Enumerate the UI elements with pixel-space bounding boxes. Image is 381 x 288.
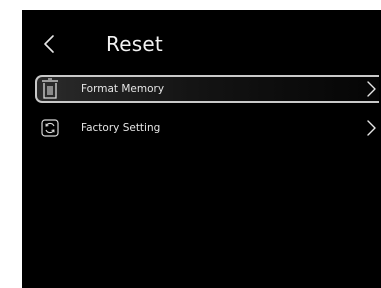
header-bar: Reset (22, 10, 381, 72)
trash-icon (42, 78, 58, 99)
menu-item-format-memory[interactable]: Format Memory (22, 75, 381, 105)
menu-item-label: Format Memory (81, 83, 165, 95)
restore-icon (41, 119, 59, 137)
menu-item-factory-setting[interactable]: Factory Setting (22, 114, 381, 144)
reset-screen: Reset Format Memory Factory Setting (22, 10, 381, 288)
chevron-left-icon[interactable] (36, 30, 64, 58)
chevron-right-icon (367, 81, 376, 97)
chevron-right-icon (367, 120, 376, 136)
page-title: Reset (106, 32, 163, 56)
menu-item-label: Factory Setting (81, 122, 161, 134)
